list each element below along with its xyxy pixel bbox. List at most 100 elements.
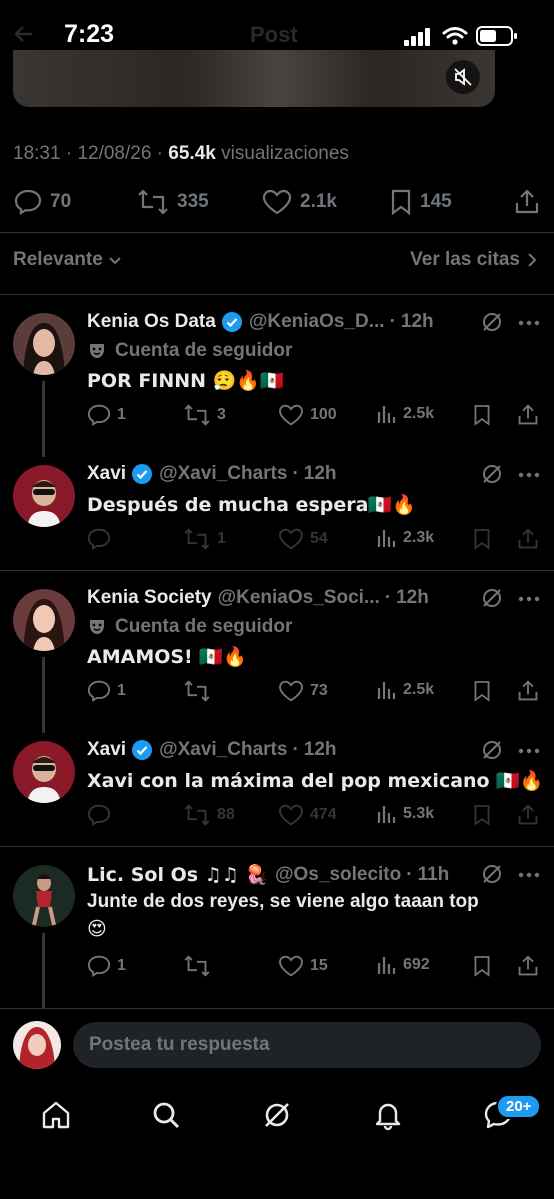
reply-header: Kenia Os Data @KeniaOs_D... · 12h (87, 311, 434, 333)
reply-header: Lic. Sol Os ♫♫ 🪼 @Os_solecito · 11h (87, 863, 450, 887)
user-handle[interactable]: @KeniaOs_Soci... (218, 587, 380, 609)
repost-icon (137, 189, 169, 215)
tag-label: Cuenta de seguidor (115, 340, 293, 361)
bookmark-button[interactable] (473, 804, 491, 826)
like-button[interactable]: 15 (278, 955, 328, 977)
reply-stat-button[interactable]: 70 (14, 189, 71, 215)
bookmark-button[interactable] (473, 955, 491, 977)
display-name[interactable]: Kenia Os Data (87, 311, 216, 333)
divider (0, 1008, 554, 1009)
verified-badge-icon (131, 463, 153, 485)
nav-search[interactable] (146, 1095, 186, 1135)
repost-button[interactable]: 3 (183, 404, 226, 426)
bookmark-stat-button[interactable]: 145 (390, 189, 452, 215)
repost-button[interactable] (183, 680, 217, 702)
divider (0, 846, 554, 847)
reply-button[interactable] (87, 528, 117, 550)
bookmark-button[interactable] (473, 528, 491, 550)
back-arrow-icon[interactable] (12, 22, 36, 46)
bookmark-button[interactable] (473, 680, 491, 702)
display-name[interactable]: Xavi (87, 739, 126, 761)
wifi-icon (442, 26, 468, 46)
nav-home[interactable] (36, 1095, 76, 1135)
like-button[interactable]: 54 (278, 528, 328, 550)
bell-icon (372, 1099, 404, 1131)
views-button[interactable]: 692 (377, 955, 430, 975)
display-name[interactable]: Xavi (87, 463, 126, 485)
share-button[interactable] (514, 189, 540, 215)
repost-button[interactable] (183, 955, 217, 977)
bookmark-button[interactable] (473, 404, 491, 426)
user-handle[interactable]: @Xavi_Charts (159, 739, 287, 761)
more-options-icon[interactable] (518, 472, 540, 478)
repost-button[interactable]: 1 (183, 528, 226, 550)
reply-icon (14, 189, 42, 215)
my-avatar[interactable] (13, 1021, 61, 1069)
divider (0, 294, 554, 295)
mute-button[interactable] (446, 60, 480, 94)
like-button[interactable]: 73 (278, 680, 328, 702)
repost-stat-button[interactable]: 335 (137, 189, 209, 215)
views-button[interactable]: 2.5k (377, 404, 434, 424)
video-player[interactable] (13, 50, 495, 107)
grok-icon[interactable] (481, 739, 503, 761)
like-button[interactable]: 474 (278, 804, 337, 826)
views-button[interactable]: 2.3k (377, 528, 434, 548)
avatar[interactable] (13, 741, 75, 803)
reply-header: Kenia Society @KeniaOs_Soci... · 12h (87, 587, 429, 609)
grok-icon[interactable] (481, 587, 503, 609)
share-button[interactable] (517, 804, 539, 826)
theater-mask-icon (87, 341, 107, 361)
like-button[interactable]: 100 (278, 404, 337, 426)
display-name[interactable]: Lic. Sol Os ♫♫ 🪼 (87, 863, 269, 886)
post-date: 12/08/26 (77, 143, 152, 164)
views-button[interactable]: 2.5k (377, 680, 434, 700)
heart-icon (262, 189, 292, 215)
more-options-icon[interactable] (518, 748, 540, 754)
nav-notifications[interactable] (368, 1095, 408, 1135)
chevron-right-icon (526, 252, 538, 268)
like-stat-button[interactable]: 2.1k (262, 189, 337, 215)
reply-text: POR FINNN 😮‍💨🔥🇲🇽 (87, 370, 284, 392)
share-button[interactable] (517, 680, 539, 702)
nav-grok[interactable] (257, 1095, 297, 1135)
avatar[interactable] (13, 465, 75, 527)
user-handle[interactable]: @Xavi_Charts (159, 463, 287, 485)
repost-count: 335 (177, 191, 209, 212)
reply-button[interactable]: 1 (87, 404, 126, 426)
user-handle[interactable]: @KeniaOs_D... (249, 311, 385, 333)
grok-icon[interactable] (481, 863, 503, 885)
page-title: Post (250, 22, 298, 47)
reply-actions: 1 3 100 2.5k (87, 404, 542, 430)
grok-icon[interactable] (481, 463, 503, 485)
reply-button[interactable] (87, 804, 117, 826)
avatar[interactable] (13, 865, 75, 927)
sort-dropdown[interactable]: Relevante (13, 249, 123, 271)
reply-actions: 1 54 2.3k (87, 528, 542, 554)
views-button[interactable]: 5.3k (377, 804, 434, 824)
share-button[interactable] (517, 528, 539, 550)
more-options-icon[interactable] (518, 320, 540, 326)
share-button[interactable] (517, 404, 539, 426)
more-options-icon[interactable] (518, 596, 540, 602)
share-button[interactable] (517, 955, 539, 977)
follower-account-tag: Cuenta de seguidor (87, 340, 292, 362)
thread-line (42, 381, 45, 457)
more-options-icon[interactable] (518, 872, 540, 878)
reply-button[interactable]: 1 (87, 955, 126, 977)
repost-button[interactable]: 88 (183, 804, 235, 826)
avatar[interactable] (13, 589, 75, 651)
display-name[interactable]: Kenia Society (87, 587, 212, 609)
user-handle[interactable]: @Os_solecito (275, 864, 401, 886)
view-quotes-link[interactable]: Ver las citas (410, 249, 538, 271)
reply-input[interactable] (73, 1022, 541, 1068)
quotes-link-label: Ver las citas (410, 249, 520, 270)
post-time: 18:31 (13, 143, 61, 164)
chevron-down-icon (107, 252, 123, 268)
signal-icon (404, 28, 432, 46)
grok-icon[interactable] (481, 311, 503, 333)
views-label: visualizaciones (221, 143, 349, 164)
reply-time: 11h (417, 863, 450, 885)
avatar[interactable] (13, 313, 75, 375)
reply-button[interactable]: 1 (87, 680, 126, 702)
